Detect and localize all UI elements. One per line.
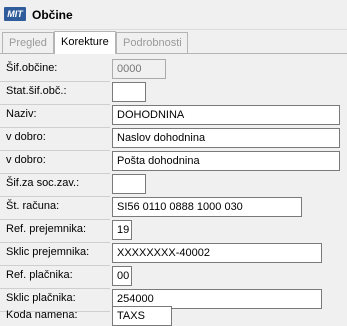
row-separator [0,242,110,243]
ref-placnika-field[interactable]: 00 [112,266,132,286]
koda-namena-field[interactable]: TAXS [112,306,172,326]
tab-label: Pregled [9,37,47,49]
row-separator [0,127,110,128]
sklic-prejemnika-label: Sklic prejemnika: [6,246,90,258]
ref-placnika-label: Ref. plačnika: [6,269,73,281]
st-racuna-label: Št. računa: [6,200,60,212]
stat-sif-obc-field[interactable] [112,82,146,102]
row-separator [0,288,110,289]
st-racuna-field[interactable]: SI56 0110 0888 1000 030 [112,197,302,217]
row-separator [0,150,110,151]
tab-label: Podrobnosti [123,37,182,49]
row-separator [0,81,110,82]
row-separator [0,104,110,105]
v-dobro-1-field[interactable]: Naslov dohodnina [112,128,340,148]
row-separator [0,265,110,266]
korekture-panel: Šif.občine: 0000 Stat.šif.obč.: Naziv: D… [0,54,347,326]
sklic-placnika-label: Sklic plačnika: [6,292,76,304]
row-separator [0,173,110,174]
tab-podrobnosti[interactable]: Podrobnosti [116,32,188,53]
row-separator [0,196,110,197]
v-dobro-1-label: v dobro: [6,131,46,143]
v-dobro-2-field[interactable]: Pošta dohodnina [112,151,340,171]
tab-korekture[interactable]: Korekture [54,31,116,54]
sif-obcine-label: Šif.občine: [6,62,58,74]
naziv-label: Naziv: [6,108,37,120]
ref-prejemnika-label: Ref. prejemnika: [6,223,87,235]
sif-soc-zav-field[interactable] [112,174,146,194]
ref-prejemnika-field[interactable]: 19 [112,220,132,240]
sklic-prejemnika-field[interactable]: XXXXXXXX-40002 [112,243,322,263]
sif-soc-zav-label: Šif.za soc.zav.: [6,177,80,189]
row-separator [0,219,110,220]
naziv-field[interactable]: DOHODNINA [112,105,340,125]
sif-obcine-field: 0000 [112,59,166,79]
stat-sif-obc-label: Stat.šif.obč.: [6,85,67,97]
v-dobro-2-label: v dobro: [6,154,46,166]
tab-label: Korekture [61,36,109,48]
app-logo-icon: MIT [4,7,26,21]
koda-namena-label: Koda namena: [6,309,78,321]
window-title: Občine [32,8,73,22]
tab-bar: Pregled Korekture Podrobnosti [0,31,347,54]
title-bar: MIT Občine [0,0,347,30]
tab-pregled[interactable]: Pregled [2,32,54,53]
